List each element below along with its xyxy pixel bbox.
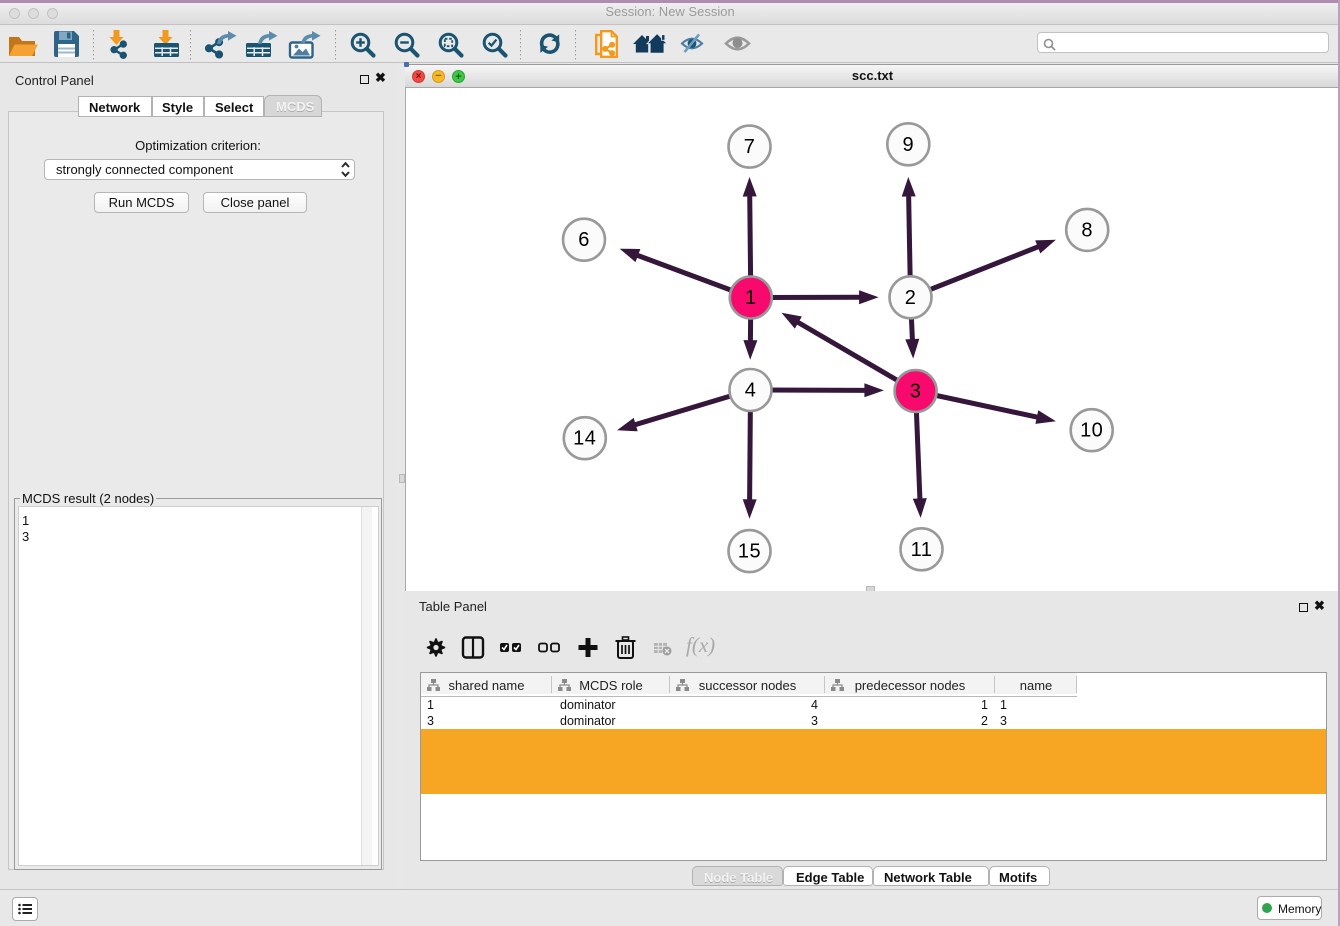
svg-text:4: 4 [745,380,757,402]
svg-text:7: 7 [744,136,756,158]
svg-text:10: 10 [1080,420,1103,442]
svg-text:9: 9 [902,134,914,156]
svg-text:3: 3 [910,381,922,403]
svg-text:1: 1 [745,287,757,309]
svg-text:6: 6 [578,229,590,251]
svg-text:15: 15 [738,541,761,563]
svg-text:14: 14 [573,428,596,450]
svg-text:2: 2 [905,287,917,309]
svg-text:11: 11 [911,539,933,561]
svg-text:8: 8 [1081,219,1093,241]
